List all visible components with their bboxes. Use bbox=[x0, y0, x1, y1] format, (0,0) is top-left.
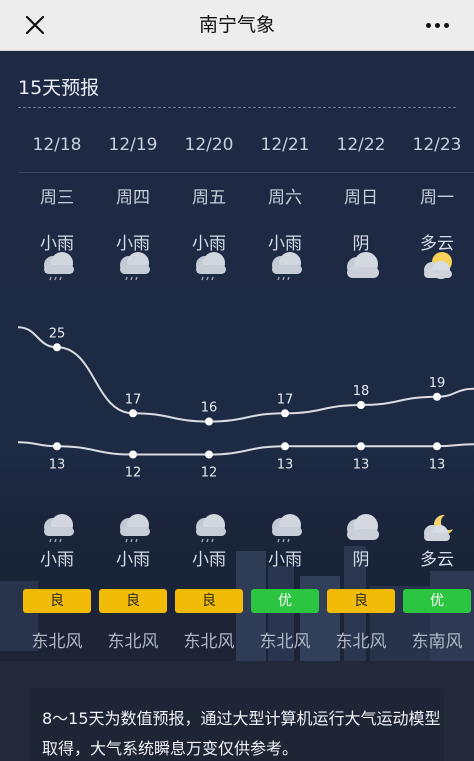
light-rain-icon bbox=[265, 511, 305, 545]
light-rain-icon bbox=[265, 249, 305, 283]
wind-direction: 东北风 bbox=[107, 632, 159, 652]
forecast-weekday: 周三 bbox=[40, 188, 74, 208]
dot-icon bbox=[443, 22, 449, 28]
aqi-badge: 良 bbox=[23, 589, 91, 613]
overcast-icon bbox=[341, 249, 381, 283]
forecast-weekday: 周日 bbox=[344, 188, 378, 208]
light-rain-icon bbox=[37, 511, 77, 545]
light-rain-icon bbox=[189, 511, 229, 545]
forecast-date: 12/22 bbox=[336, 135, 386, 155]
note-text: 8～15天为数值预报，通过大型计算机运行大气运动模型取得，大气系统瞬息万变仅供参… bbox=[42, 709, 441, 758]
light-rain-icon bbox=[113, 511, 153, 545]
dot-icon bbox=[425, 22, 431, 28]
night-condition: 小雨 bbox=[40, 550, 74, 570]
wind-direction: 东北风 bbox=[335, 632, 387, 652]
aqi-badge: 优 bbox=[403, 589, 471, 613]
partly-cloudy-moon-icon bbox=[417, 511, 457, 545]
forecast-panel[interactable]: 15天预报 25 17 16 17 18 19 13 12 12 13 13 13 12/18 周三 小雨… bbox=[0, 51, 474, 761]
page-title: 南宁气象 bbox=[198, 14, 275, 36]
light-rain-icon bbox=[189, 249, 229, 283]
forecast-weekday: 周四 bbox=[116, 188, 150, 208]
wind-direction: 东北风 bbox=[183, 632, 235, 652]
night-condition: 多云 bbox=[420, 550, 454, 570]
wind-direction: 东北风 bbox=[259, 632, 311, 652]
light-rain-icon bbox=[37, 249, 77, 283]
aqi-badge: 良 bbox=[175, 589, 243, 613]
forecast-weekday: 周五 bbox=[192, 188, 226, 208]
night-condition: 小雨 bbox=[268, 550, 302, 570]
wind-direction: 东北风 bbox=[31, 632, 83, 652]
aqi-badge: 良 bbox=[327, 589, 395, 613]
light-rain-icon bbox=[113, 249, 153, 283]
night-condition: 阴 bbox=[352, 550, 370, 570]
top-navigation-bar: 南宁气象 bbox=[0, 0, 474, 51]
more-options-button[interactable] bbox=[420, 12, 454, 38]
night-condition: 小雨 bbox=[192, 550, 226, 570]
forecast-date: 12/20 bbox=[184, 135, 234, 155]
aqi-badge: 良 bbox=[99, 589, 167, 613]
forecast-date: 12/18 bbox=[32, 135, 82, 155]
night-condition: 小雨 bbox=[116, 550, 150, 570]
forecast-date: 12/23 bbox=[412, 135, 462, 155]
wind-direction: 东南风 bbox=[411, 632, 463, 652]
forecast-date: 12/21 bbox=[260, 135, 310, 155]
forecast-weekday: 周一 bbox=[420, 188, 454, 208]
divider bbox=[18, 107, 456, 108]
overcast-icon bbox=[341, 511, 381, 545]
section-title: 15天预报 bbox=[18, 77, 100, 99]
forecast-date: 12/19 bbox=[108, 135, 158, 155]
forecast-note: 8～15天为数值预报，通过大型计算机运行大气运动模型取得，大气系统瞬息万变仅供参… bbox=[30, 688, 444, 761]
aqi-badge: 优 bbox=[251, 589, 319, 613]
dot-icon bbox=[434, 22, 440, 28]
partly-cloudy-sun-icon bbox=[417, 249, 457, 283]
forecast-weekday: 周六 bbox=[268, 188, 302, 208]
